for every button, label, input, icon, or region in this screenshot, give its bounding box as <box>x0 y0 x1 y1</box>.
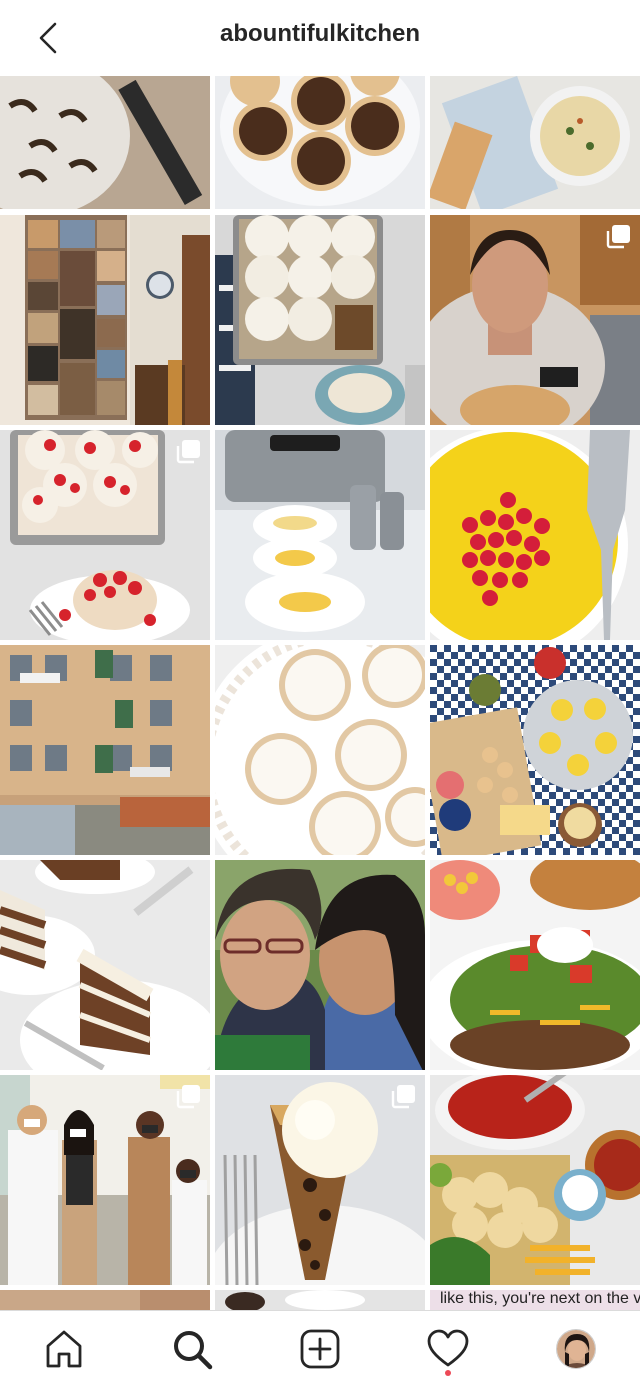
post-tile[interactable] <box>0 1075 210 1285</box>
multiple-photos-icon <box>176 1085 200 1109</box>
post-image <box>0 1290 210 1310</box>
post-tile[interactable] <box>430 645 640 855</box>
nav-profile[interactable] <box>552 1325 600 1373</box>
post-tile[interactable] <box>0 645 210 855</box>
post-tile[interactable] <box>430 860 640 1070</box>
post-tile[interactable] <box>215 645 425 855</box>
post-tile[interactable] <box>215 430 425 640</box>
activity-heart-icon <box>427 1329 469 1367</box>
post-image <box>430 1075 640 1285</box>
top-bar: abountifulkitchen <box>0 0 640 76</box>
post-image <box>215 645 425 855</box>
post-tile[interactable] <box>215 860 425 1070</box>
bottom-nav <box>0 1310 640 1386</box>
post-image <box>430 860 640 1070</box>
nav-activity[interactable] <box>424 1325 472 1373</box>
post-tile[interactable] <box>430 1075 640 1285</box>
post-caption-text: like this, you're next on the vaccine sc… <box>440 1290 640 1307</box>
profile-username: abountifulkitchen <box>220 20 420 47</box>
posts-grid: like this, you're next on the vaccine sc… <box>0 76 640 1310</box>
post-tile[interactable] <box>215 1075 425 1285</box>
home-icon <box>46 1330 82 1368</box>
nav-search[interactable] <box>168 1325 216 1373</box>
post-tile[interactable] <box>0 76 210 209</box>
activity-notification-dot <box>445 1370 451 1376</box>
post-tile[interactable] <box>0 430 210 640</box>
post-tile[interactable]: like this, you're next on the vaccine sc… <box>430 1290 640 1310</box>
nav-home[interactable] <box>40 1325 88 1373</box>
multiple-photos-icon <box>606 225 630 249</box>
post-image <box>215 1290 425 1310</box>
post-image <box>0 645 210 855</box>
post-image <box>430 76 640 209</box>
post-tile[interactable] <box>215 76 425 209</box>
post-image <box>215 430 425 640</box>
post-tile[interactable] <box>430 76 640 209</box>
post-tile[interactable] <box>430 430 640 640</box>
post-image <box>0 215 210 425</box>
post-tile[interactable] <box>0 1290 210 1310</box>
post-tile[interactable] <box>0 215 210 425</box>
nav-new-post[interactable] <box>296 1325 344 1373</box>
post-tile[interactable] <box>430 215 640 425</box>
post-image <box>215 76 425 209</box>
post-image <box>430 430 640 640</box>
search-icon <box>174 1331 213 1370</box>
post-image <box>430 645 640 855</box>
post-tile[interactable] <box>215 1290 425 1310</box>
post-image <box>215 860 425 1070</box>
post-tile[interactable] <box>0 860 210 1070</box>
post-image <box>215 215 425 425</box>
post-tile[interactable] <box>215 215 425 425</box>
new-post-icon <box>300 1329 340 1369</box>
post-image <box>0 860 210 1070</box>
multiple-photos-icon <box>391 1085 415 1109</box>
multiple-photos-icon <box>176 440 200 464</box>
profile-avatar <box>556 1329 596 1369</box>
post-image <box>0 76 210 209</box>
